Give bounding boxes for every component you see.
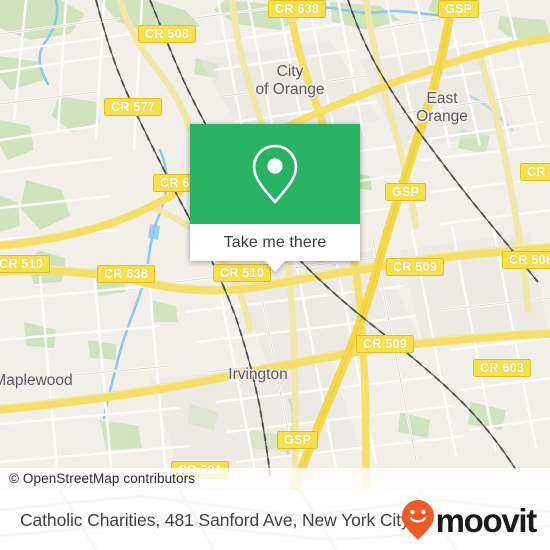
- place-label-irvington: Irvington: [228, 366, 287, 383]
- place-label-line: Irvington: [228, 366, 288, 383]
- road-shield: GSP: [385, 183, 427, 201]
- road-shield: CR 65: [520, 163, 550, 181]
- road-shield: CR 638: [97, 265, 156, 283]
- road-shield: CR 603: [473, 359, 532, 377]
- place-label-maplewood: Maplewood: [0, 372, 73, 389]
- map-screenshot-root: City of Orange East Orange Irvington Maplewoo…: [0, 0, 550, 550]
- osm-attribution[interactable]: © OpenStreetMap contributors: [0, 468, 550, 490]
- place-label-east-orange: East Orange: [416, 90, 468, 125]
- place-label-line: of Orange: [255, 80, 325, 98]
- road-shield: CR 509: [356, 335, 415, 353]
- place-label-line: Orange: [416, 107, 468, 125]
- road-shield: CR 577: [104, 98, 163, 116]
- card-pointer-tail: [265, 261, 285, 272]
- road-shield: CR 510: [0, 255, 51, 273]
- map-pin-icon: [252, 144, 298, 204]
- card-image-area: [190, 124, 360, 224]
- road-shield: CR 509: [386, 258, 445, 276]
- page-title: Catholic Charities, 481 Sanford Ave, New…: [20, 509, 410, 530]
- moovit-wordmark: moovit: [435, 501, 538, 539]
- road-shield: CR 510: [213, 264, 272, 282]
- road-shield: GSP: [277, 431, 319, 449]
- road-shield: CR 638: [268, 0, 327, 18]
- take-me-there-label: Take me there: [223, 233, 327, 251]
- place-label-line: City: [276, 63, 304, 80]
- location-info-card[interactable]: Take me there: [190, 124, 360, 272]
- road-shield: CR 508: [138, 25, 197, 43]
- road-shield: GSP: [438, 0, 480, 18]
- moovit-smiley-pin-icon: [401, 500, 434, 540]
- moovit-logo[interactable]: moovit: [401, 499, 538, 541]
- bottom-info-bar: Catholic Charities, 481 Sanford Ave, New…: [0, 490, 550, 550]
- road-shield: CR 508: [502, 251, 550, 269]
- place-label-line: East: [426, 90, 458, 107]
- map-viewport[interactable]: City of Orange East Orange Irvington Maplewoo…: [0, 0, 550, 490]
- card-footer[interactable]: Take me there: [190, 224, 360, 272]
- place-label-city-of-orange: City of Orange: [256, 63, 325, 98]
- place-label-line: Maplewood: [0, 372, 73, 389]
